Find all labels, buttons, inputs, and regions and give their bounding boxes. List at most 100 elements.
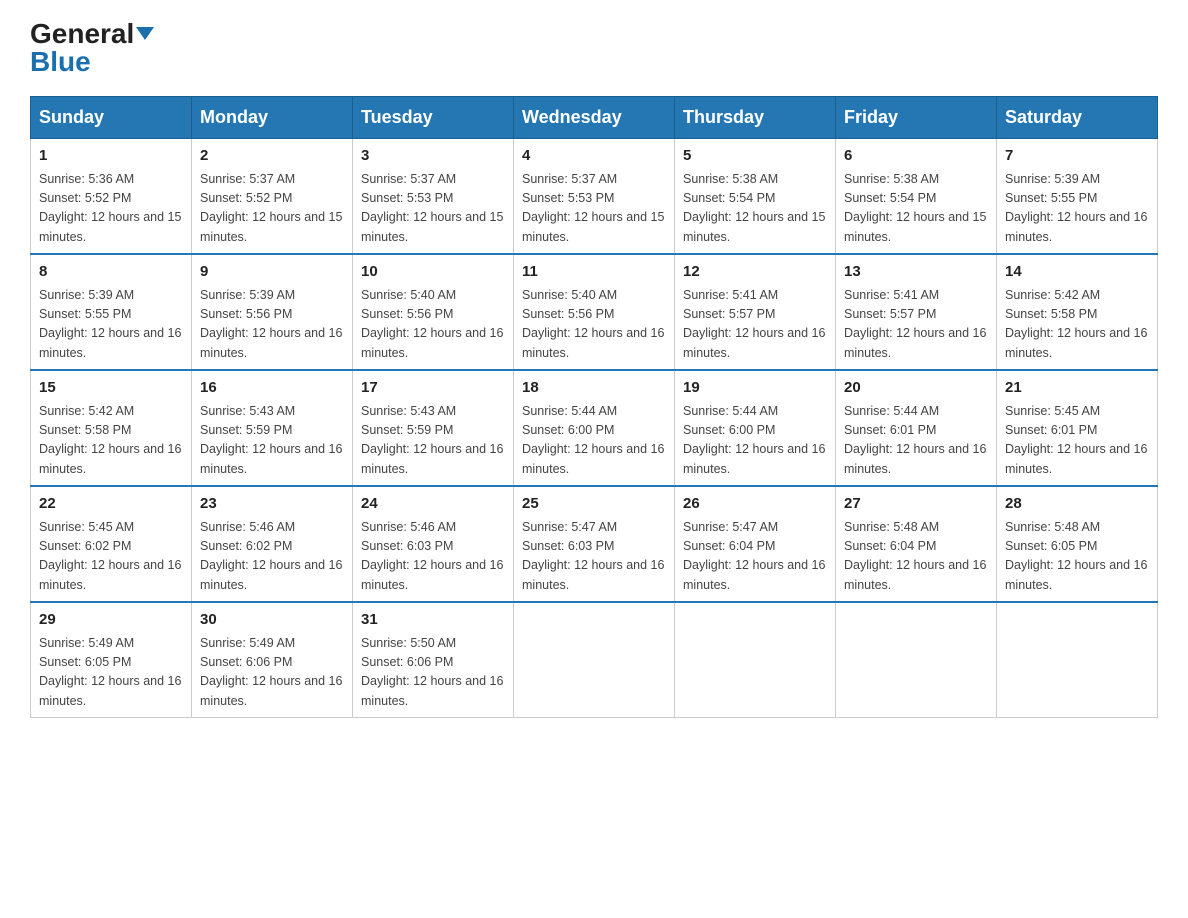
day-info: Sunrise: 5:48 AMSunset: 6:05 PMDaylight:… — [1005, 518, 1149, 596]
calendar-day-cell — [514, 602, 675, 718]
day-info: Sunrise: 5:49 AMSunset: 6:06 PMDaylight:… — [200, 634, 344, 712]
page-header: General Blue — [30, 20, 1158, 76]
day-number: 16 — [200, 377, 344, 400]
calendar-day-cell: 6Sunrise: 5:38 AMSunset: 5:54 PMDaylight… — [836, 139, 997, 255]
day-number: 25 — [522, 493, 666, 516]
day-info: Sunrise: 5:42 AMSunset: 5:58 PMDaylight:… — [39, 402, 183, 480]
calendar-day-cell: 7Sunrise: 5:39 AMSunset: 5:55 PMDaylight… — [997, 139, 1158, 255]
day-info: Sunrise: 5:37 AMSunset: 5:52 PMDaylight:… — [200, 170, 344, 248]
calendar-day-cell: 19Sunrise: 5:44 AMSunset: 6:00 PMDayligh… — [675, 370, 836, 486]
calendar-table: SundayMondayTuesdayWednesdayThursdayFrid… — [30, 96, 1158, 718]
calendar-day-cell: 9Sunrise: 5:39 AMSunset: 5:56 PMDaylight… — [192, 254, 353, 370]
calendar-day-cell: 16Sunrise: 5:43 AMSunset: 5:59 PMDayligh… — [192, 370, 353, 486]
calendar-week-row: 8Sunrise: 5:39 AMSunset: 5:55 PMDaylight… — [31, 254, 1158, 370]
calendar-day-cell: 3Sunrise: 5:37 AMSunset: 5:53 PMDaylight… — [353, 139, 514, 255]
calendar-week-row: 29Sunrise: 5:49 AMSunset: 6:05 PMDayligh… — [31, 602, 1158, 718]
day-number: 23 — [200, 493, 344, 516]
calendar-day-cell — [675, 602, 836, 718]
calendar-day-cell: 14Sunrise: 5:42 AMSunset: 5:58 PMDayligh… — [997, 254, 1158, 370]
day-info: Sunrise: 5:47 AMSunset: 6:04 PMDaylight:… — [683, 518, 827, 596]
calendar-day-cell: 17Sunrise: 5:43 AMSunset: 5:59 PMDayligh… — [353, 370, 514, 486]
day-number: 12 — [683, 261, 827, 284]
day-number: 6 — [844, 145, 988, 168]
calendar-day-cell: 4Sunrise: 5:37 AMSunset: 5:53 PMDaylight… — [514, 139, 675, 255]
day-info: Sunrise: 5:38 AMSunset: 5:54 PMDaylight:… — [683, 170, 827, 248]
day-info: Sunrise: 5:40 AMSunset: 5:56 PMDaylight:… — [361, 286, 505, 364]
day-number: 5 — [683, 145, 827, 168]
day-number: 20 — [844, 377, 988, 400]
calendar-week-row: 22Sunrise: 5:45 AMSunset: 6:02 PMDayligh… — [31, 486, 1158, 602]
day-info: Sunrise: 5:46 AMSunset: 6:03 PMDaylight:… — [361, 518, 505, 596]
day-number: 11 — [522, 261, 666, 284]
header-sunday: Sunday — [31, 97, 192, 139]
header-friday: Friday — [836, 97, 997, 139]
day-number: 19 — [683, 377, 827, 400]
day-info: Sunrise: 5:47 AMSunset: 6:03 PMDaylight:… — [522, 518, 666, 596]
day-number: 15 — [39, 377, 183, 400]
calendar-day-cell: 22Sunrise: 5:45 AMSunset: 6:02 PMDayligh… — [31, 486, 192, 602]
calendar-day-cell: 20Sunrise: 5:44 AMSunset: 6:01 PMDayligh… — [836, 370, 997, 486]
header-wednesday: Wednesday — [514, 97, 675, 139]
day-number: 1 — [39, 145, 183, 168]
day-number: 7 — [1005, 145, 1149, 168]
day-info: Sunrise: 5:45 AMSunset: 6:01 PMDaylight:… — [1005, 402, 1149, 480]
calendar-day-cell: 30Sunrise: 5:49 AMSunset: 6:06 PMDayligh… — [192, 602, 353, 718]
day-info: Sunrise: 5:44 AMSunset: 6:01 PMDaylight:… — [844, 402, 988, 480]
calendar-day-cell: 31Sunrise: 5:50 AMSunset: 6:06 PMDayligh… — [353, 602, 514, 718]
header-saturday: Saturday — [997, 97, 1158, 139]
calendar-header-row: SundayMondayTuesdayWednesdayThursdayFrid… — [31, 97, 1158, 139]
day-info: Sunrise: 5:39 AMSunset: 5:55 PMDaylight:… — [39, 286, 183, 364]
day-info: Sunrise: 5:38 AMSunset: 5:54 PMDaylight:… — [844, 170, 988, 248]
day-info: Sunrise: 5:49 AMSunset: 6:05 PMDaylight:… — [39, 634, 183, 712]
day-info: Sunrise: 5:44 AMSunset: 6:00 PMDaylight:… — [683, 402, 827, 480]
day-number: 8 — [39, 261, 183, 284]
day-info: Sunrise: 5:39 AMSunset: 5:56 PMDaylight:… — [200, 286, 344, 364]
day-info: Sunrise: 5:41 AMSunset: 5:57 PMDaylight:… — [683, 286, 827, 364]
day-info: Sunrise: 5:36 AMSunset: 5:52 PMDaylight:… — [39, 170, 183, 248]
logo: General Blue — [30, 20, 154, 76]
day-info: Sunrise: 5:37 AMSunset: 5:53 PMDaylight:… — [522, 170, 666, 248]
day-number: 13 — [844, 261, 988, 284]
calendar-day-cell: 1Sunrise: 5:36 AMSunset: 5:52 PMDaylight… — [31, 139, 192, 255]
calendar-day-cell: 29Sunrise: 5:49 AMSunset: 6:05 PMDayligh… — [31, 602, 192, 718]
header-monday: Monday — [192, 97, 353, 139]
calendar-day-cell: 8Sunrise: 5:39 AMSunset: 5:55 PMDaylight… — [31, 254, 192, 370]
day-number: 22 — [39, 493, 183, 516]
day-number: 28 — [1005, 493, 1149, 516]
calendar-day-cell: 26Sunrise: 5:47 AMSunset: 6:04 PMDayligh… — [675, 486, 836, 602]
day-number: 18 — [522, 377, 666, 400]
calendar-day-cell: 24Sunrise: 5:46 AMSunset: 6:03 PMDayligh… — [353, 486, 514, 602]
calendar-day-cell: 23Sunrise: 5:46 AMSunset: 6:02 PMDayligh… — [192, 486, 353, 602]
calendar-day-cell — [997, 602, 1158, 718]
header-tuesday: Tuesday — [353, 97, 514, 139]
calendar-week-row: 1Sunrise: 5:36 AMSunset: 5:52 PMDaylight… — [31, 139, 1158, 255]
day-info: Sunrise: 5:48 AMSunset: 6:04 PMDaylight:… — [844, 518, 988, 596]
calendar-day-cell: 25Sunrise: 5:47 AMSunset: 6:03 PMDayligh… — [514, 486, 675, 602]
day-number: 9 — [200, 261, 344, 284]
calendar-day-cell: 12Sunrise: 5:41 AMSunset: 5:57 PMDayligh… — [675, 254, 836, 370]
calendar-day-cell: 13Sunrise: 5:41 AMSunset: 5:57 PMDayligh… — [836, 254, 997, 370]
day-info: Sunrise: 5:43 AMSunset: 5:59 PMDaylight:… — [200, 402, 344, 480]
day-number: 26 — [683, 493, 827, 516]
day-info: Sunrise: 5:45 AMSunset: 6:02 PMDaylight:… — [39, 518, 183, 596]
day-info: Sunrise: 5:41 AMSunset: 5:57 PMDaylight:… — [844, 286, 988, 364]
calendar-day-cell: 11Sunrise: 5:40 AMSunset: 5:56 PMDayligh… — [514, 254, 675, 370]
calendar-day-cell: 27Sunrise: 5:48 AMSunset: 6:04 PMDayligh… — [836, 486, 997, 602]
calendar-day-cell: 28Sunrise: 5:48 AMSunset: 6:05 PMDayligh… — [997, 486, 1158, 602]
calendar-day-cell: 21Sunrise: 5:45 AMSunset: 6:01 PMDayligh… — [997, 370, 1158, 486]
day-number: 10 — [361, 261, 505, 284]
day-number: 27 — [844, 493, 988, 516]
day-number: 2 — [200, 145, 344, 168]
calendar-day-cell: 5Sunrise: 5:38 AMSunset: 5:54 PMDaylight… — [675, 139, 836, 255]
logo-line2: Blue — [30, 48, 91, 76]
day-info: Sunrise: 5:40 AMSunset: 5:56 PMDaylight:… — [522, 286, 666, 364]
day-number: 31 — [361, 609, 505, 632]
day-number: 3 — [361, 145, 505, 168]
day-info: Sunrise: 5:46 AMSunset: 6:02 PMDaylight:… — [200, 518, 344, 596]
day-info: Sunrise: 5:43 AMSunset: 5:59 PMDaylight:… — [361, 402, 505, 480]
calendar-week-row: 15Sunrise: 5:42 AMSunset: 5:58 PMDayligh… — [31, 370, 1158, 486]
day-number: 17 — [361, 377, 505, 400]
day-info: Sunrise: 5:39 AMSunset: 5:55 PMDaylight:… — [1005, 170, 1149, 248]
day-number: 21 — [1005, 377, 1149, 400]
calendar-day-cell — [836, 602, 997, 718]
